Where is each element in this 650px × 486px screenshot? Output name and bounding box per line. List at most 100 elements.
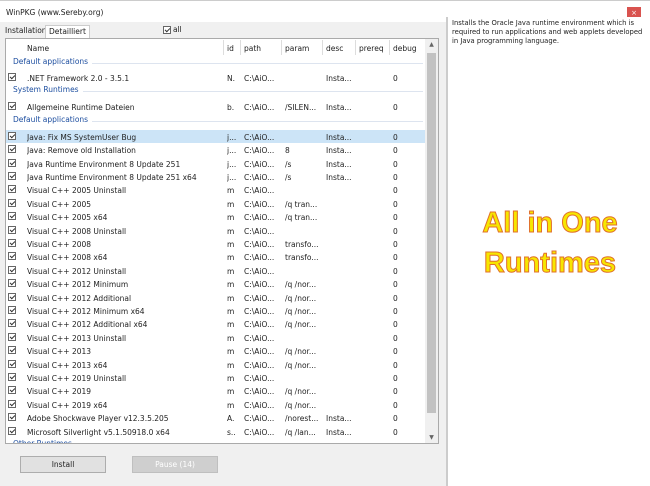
cell-path: C:\AiO...	[244, 173, 275, 182]
cell-id: b.	[227, 103, 235, 113]
row-checkbox[interactable]	[8, 145, 16, 154]
column-header-path[interactable]: path	[241, 44, 281, 55]
cell-path: C:\AiO...	[244, 347, 275, 357]
cell-path: C:\AiO...	[244, 293, 275, 303]
cell-id: j...	[227, 146, 237, 156]
cell-debug: 0	[393, 199, 398, 209]
cell-id: j...	[227, 132, 237, 142]
cell-name: Visual C++ 2019	[27, 387, 92, 397]
row-checkbox[interactable]	[8, 239, 16, 247]
column-divider[interactable]	[389, 40, 390, 55]
cell-id: j...	[227, 159, 237, 169]
row-checkbox[interactable]	[8, 102, 16, 111]
table-row[interactable]: Visual C++ 2005 Uninstall m C:\AiO... 0	[6, 183, 426, 196]
column-divider[interactable]	[281, 40, 282, 55]
row-checkbox[interactable]	[8, 279, 16, 288]
table-row[interactable]: Microsoft Silverlight v5.1.50918.0 x64 s.…	[6, 425, 426, 438]
install-button[interactable]: Install	[20, 456, 106, 473]
scroll-thumb[interactable]	[427, 53, 436, 413]
cell-name: Visual C++ 2013	[27, 347, 92, 357]
cell-name: Visual C++ 2012 Additional x64	[27, 320, 148, 330]
column-header-param[interactable]: param	[282, 44, 322, 55]
table-row[interactable]: Visual C++ 2012 Additional m C:\AiO... /q /…	[6, 291, 426, 304]
table-row[interactable]: Visual C++ 2019 Uninstall m C:\AiO... 0	[6, 371, 426, 384]
row-checkbox[interactable]	[8, 158, 16, 167]
cell-name: Visual C++ 2019 x64	[27, 400, 108, 410]
cell-path: C:\AiO...	[244, 320, 275, 330]
cell-name: Visual C++ 2005	[27, 199, 92, 209]
column-header-desc[interactable]: desc	[323, 44, 355, 55]
row-checkbox[interactable]	[8, 413, 16, 422]
table-row[interactable]: Allgemeine Runtime Dateien b. C:\AiO... /SI…	[6, 100, 426, 113]
table-row[interactable]: Visual C++ 2013 Uninstall m C:\AiO... 0	[6, 331, 426, 344]
cell-param: /q /nor...	[285, 307, 317, 316]
cell-path: C:\AiO...	[244, 253, 275, 263]
column-header-debug[interactable]: debug	[390, 44, 420, 55]
row-checkbox[interactable]	[8, 306, 16, 314]
table-row[interactable]: Java Runtime Environment 8 Update 251 j..…	[6, 157, 426, 170]
row-checkbox[interactable]	[8, 212, 16, 221]
cell-path: C:\AiO...	[244, 400, 275, 410]
row-checkbox[interactable]	[8, 252, 16, 261]
cell-param: /q tran...	[285, 213, 318, 223]
tab-installation[interactable]: Installation	[2, 25, 50, 38]
cell-id: m	[227, 400, 235, 410]
column-divider[interactable]	[240, 40, 241, 55]
table-row[interactable]: Visual C++ 2005 x64 m C:\AiO... /q tran... 0	[6, 210, 426, 223]
table-row[interactable]: Visual C++ 2005 m C:\AiO... /q tran... 0	[6, 197, 426, 210]
row-checkbox[interactable]	[8, 399, 16, 408]
cell-debug: 0	[393, 320, 398, 330]
column-divider[interactable]	[355, 40, 356, 55]
row-checkbox[interactable]	[8, 359, 16, 368]
cell-param: /q /nor...	[285, 387, 317, 397]
row-checkbox[interactable]	[8, 172, 16, 180]
table-row[interactable]: Visual C++ 2013 x64 m C:\AiO... /q /nor... 0	[6, 358, 426, 371]
table-row[interactable]: Visual C++ 2008 m C:\AiO... transfo... 0	[6, 237, 426, 250]
column-divider[interactable]	[223, 40, 224, 55]
row-checkbox[interactable]	[8, 292, 16, 301]
table-row[interactable]: Visual C++ 2019 m C:\AiO... /q /nor... 0	[6, 384, 426, 397]
cell-param: /q /lan...	[285, 427, 316, 437]
column-header-prereq[interactable]: prereq	[356, 44, 389, 55]
column-header-id[interactable]: id	[224, 44, 240, 55]
cell-id: s..	[227, 427, 236, 437]
row-checkbox[interactable]	[8, 346, 16, 355]
table-row[interactable]: Java Runtime Environment 8 Update 251 x6…	[6, 170, 426, 183]
vertical-scrollbar[interactable]: ▲ ▼	[425, 39, 438, 443]
column-divider[interactable]	[322, 40, 323, 55]
all-checkbox[interactable]: all	[163, 25, 182, 34]
table-row[interactable]: Java: Remove old Installation j... C:\AiO.…	[6, 143, 426, 156]
table-row[interactable]: Visual C++ 2012 Minimum x64 m C:\AiO... /q …	[6, 304, 426, 317]
cell-id: m	[227, 186, 235, 196]
cell-name: Visual C++ 2008 Uninstall	[27, 226, 127, 236]
row-checkbox[interactable]	[8, 426, 16, 435]
cell-name: Visual C++ 2013 Uninstall	[27, 333, 127, 343]
scroll-up-icon[interactable]: ▲	[425, 41, 438, 48]
table-row[interactable]: .NET Framework 2.0 - 3.5.1 N. C:\AiO... Ins…	[6, 71, 426, 84]
row-checkbox[interactable]	[8, 131, 16, 140]
row-checkbox[interactable]	[8, 373, 16, 381]
cell-id: m	[227, 374, 235, 383]
column-header-name[interactable]: Name	[24, 44, 219, 55]
description-text: Installs the Oracle Java runtime environ…	[452, 19, 643, 45]
cell-param: /q /nor...	[285, 280, 317, 290]
table-row[interactable]: Visual C++ 2012 Uninstall m C:\AiO... 0	[6, 264, 426, 277]
table-row[interactable]: Visual C++ 2012 Minimum m C:\AiO... /q /nor…	[6, 277, 426, 290]
table-row[interactable]: Visual C++ 2008 Uninstall m C:\AiO... 0	[6, 224, 426, 237]
row-checkbox[interactable]	[8, 198, 16, 207]
row-checkbox[interactable]	[8, 332, 16, 341]
row-checkbox[interactable]	[8, 386, 16, 395]
scroll-down-icon[interactable]: ▼	[425, 434, 438, 441]
table-row[interactable]: Visual C++ 2013 m C:\AiO... /q /nor... 0	[6, 344, 426, 357]
tab-detailliert[interactable]: Detailliert	[45, 25, 90, 38]
table-row[interactable]: Java: Fix MS SystemUser Bug j... C:\AiO...…	[6, 129, 426, 144]
table-row[interactable]: Visual C++ 2012 Additional x64 m C:\AiO...…	[6, 317, 426, 330]
row-checkbox[interactable]	[8, 73, 16, 81]
row-checkbox[interactable]	[8, 185, 16, 194]
table-row[interactable]: Visual C++ 2008 x64 m C:\AiO... transfo... 0	[6, 250, 426, 263]
row-checkbox[interactable]	[8, 319, 16, 328]
row-checkbox[interactable]	[8, 225, 16, 234]
row-checkbox[interactable]	[8, 265, 16, 274]
table-row[interactable]: Adobe Shockwave Player v12.3.5.205 A. C:\A…	[6, 411, 426, 424]
table-row[interactable]: Visual C++ 2019 x64 m C:\AiO... /q /nor... 0	[6, 398, 426, 411]
